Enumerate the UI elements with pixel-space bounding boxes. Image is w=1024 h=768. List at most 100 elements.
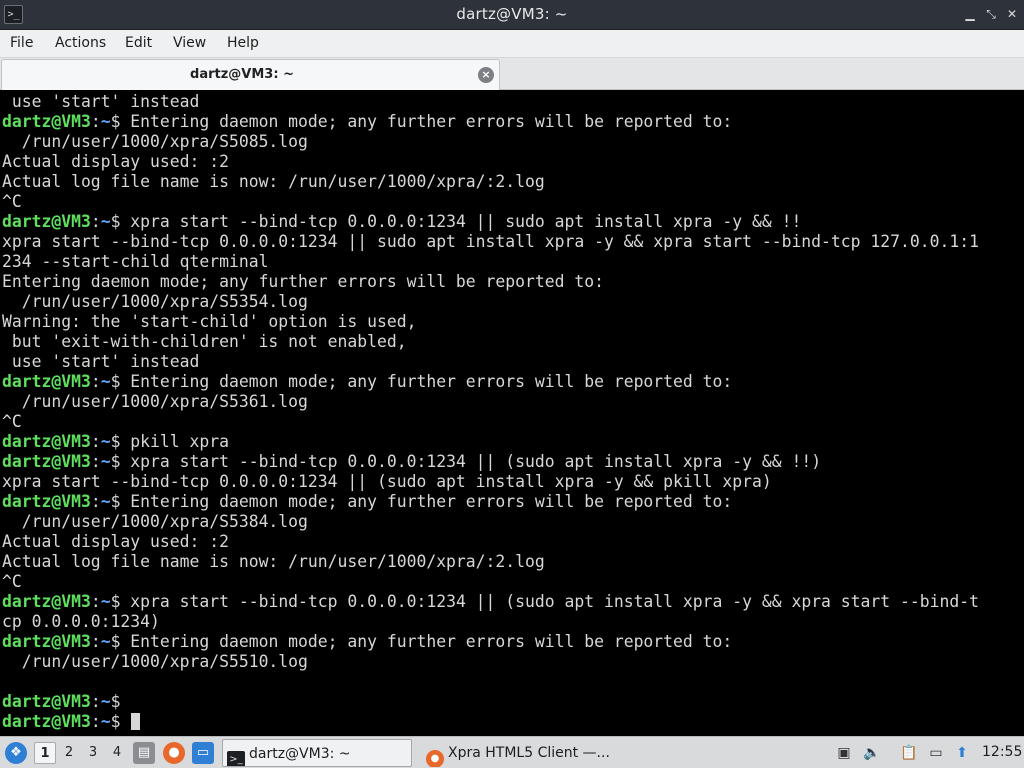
prompt-separator: : <box>90 592 101 611</box>
prompt-separator: : <box>90 432 101 451</box>
terminal-text: $ xpra start --bind-tcp 0.0.0.0:1234 || … <box>110 452 822 471</box>
terminal-text: ^C <box>2 192 22 211</box>
terminal-line: /run/user/1000/xpra/S5361.log <box>2 392 1024 412</box>
terminal-text: $ Entering daemon mode; any further erro… <box>110 372 733 391</box>
terminal-text: $ xpra start --bind-tcp 0.0.0.0:1234 || … <box>110 212 802 231</box>
clock[interactable]: 12:55 <box>982 744 1022 760</box>
terminal-line: dartz@VM3:~$ pkill xpra <box>2 432 1024 452</box>
terminal-text: Actual display used: :2 <box>2 532 229 551</box>
prompt-user: dartz@VM3 <box>2 112 91 131</box>
task-label: Xpra HTML5 Client —... <box>448 745 610 761</box>
prompt-separator: : <box>90 212 101 231</box>
taskbar: ❖ 1 2 3 4 ▤ ● ▭ >_ dartz@VM3: ~ ● Xpra HTM… <box>0 736 1024 768</box>
terminal-line: /run/user/1000/xpra/S5085.log <box>2 132 1024 152</box>
prompt-path: ~ <box>100 452 111 471</box>
prompt-path: ~ <box>100 432 111 451</box>
prompt-separator: : <box>90 492 101 511</box>
terminal-line: Warning: the 'start-child' option is use… <box>2 312 1024 332</box>
prompt-user: dartz@VM3 <box>2 632 91 651</box>
menu-bar: File Actions Edit View Help <box>0 30 1024 58</box>
terminal-text: /run/user/1000/xpra/S5361.log <box>2 392 308 411</box>
terminal-line: dartz@VM3:~$ <box>2 712 1024 732</box>
terminal-line: /run/user/1000/xpra/S5354.log <box>2 292 1024 312</box>
terminal-line: /run/user/1000/xpra/S5510.log <box>2 652 1024 672</box>
prompt-user: dartz@VM3 <box>2 372 91 391</box>
minimize-icon[interactable]: ▁ <box>962 6 978 22</box>
terminal-line: use 'start' instead <box>2 352 1024 372</box>
terminal-line: dartz@VM3:~$ Entering daemon mode; any f… <box>2 372 1024 392</box>
network-icon[interactable]: ▭ <box>926 743 946 763</box>
terminal-line: dartz@VM3:~$ <box>2 692 1024 712</box>
terminal-text: but 'exit-with-children' is not enabled, <box>2 332 407 351</box>
prompt-user: dartz@VM3 <box>2 212 91 231</box>
terminal-text: /run/user/1000/xpra/S5085.log <box>2 132 308 151</box>
terminal-text: $ Entering daemon mode; any further erro… <box>110 112 733 131</box>
terminal-line: ^C <box>2 412 1024 432</box>
task-xpra-client[interactable]: ● Xpra HTML5 Client —... <box>422 739 612 767</box>
terminal-text: cp 0.0.0.0:1234) <box>2 612 160 631</box>
terminal-output[interactable]: use 'start' instead dartz@VM3:~$ Entering… <box>0 91 1024 736</box>
terminal-text: Actual log file name is now: /run/user/1… <box>2 172 545 191</box>
terminal-line: use 'start' instead <box>2 92 1024 112</box>
terminal-line: Actual log file name is now: /run/user/1… <box>2 172 1024 192</box>
prompt-path: ~ <box>100 112 111 131</box>
terminal-line: dartz@VM3:~$ xpra start --bind-tcp 0.0.0… <box>2 212 1024 232</box>
close-icon[interactable]: ✕ <box>1004 6 1020 22</box>
tab-close-icon[interactable]: × <box>478 67 494 83</box>
start-menu-icon[interactable]: ❖ <box>5 742 27 764</box>
menu-file[interactable]: File <box>10 35 33 51</box>
prompt-separator: : <box>90 692 101 711</box>
terminal-line: Actual display used: :2 <box>2 152 1024 172</box>
workspace-2[interactable]: 2 <box>58 742 80 764</box>
text-cursor <box>131 713 141 730</box>
firefox-icon[interactable]: ● <box>163 742 185 764</box>
terminal-text: Warning: the 'start-child' option is use… <box>2 312 417 331</box>
prompt-user: dartz@VM3 <box>2 492 91 511</box>
tab-terminal[interactable]: dartz@VM3: ~ × <box>1 59 500 90</box>
terminal-text: $ pkill xpra <box>110 432 229 451</box>
terminal-line: ^C <box>2 192 1024 212</box>
prompt-path: ~ <box>100 712 111 731</box>
terminal-line: cp 0.0.0.0:1234) <box>2 612 1024 632</box>
workspace-1[interactable]: 1 <box>34 742 56 764</box>
terminal-line: but 'exit-with-children' is not enabled, <box>2 332 1024 352</box>
terminal-line: Actual display used: :2 <box>2 532 1024 552</box>
terminal-line: dartz@VM3:~$ xpra start --bind-tcp 0.0.0… <box>2 452 1024 472</box>
tab-label: dartz@VM3: ~ <box>190 67 294 82</box>
workspace-4[interactable]: 4 <box>106 742 128 764</box>
prompt-separator: : <box>90 452 101 471</box>
menu-view[interactable]: View <box>173 35 206 51</box>
desktop-icon[interactable]: ▭ <box>192 742 214 764</box>
prompt-user: dartz@VM3 <box>2 432 91 451</box>
file-manager-icon[interactable]: ▤ <box>133 742 155 764</box>
menu-actions[interactable]: Actions <box>55 35 106 51</box>
title-bar: >_ dartz@VM3: ~ ▁ ⤡ ✕ <box>0 0 1024 30</box>
workspace-3[interactable]: 3 <box>82 742 104 764</box>
terminal-text: $ <box>110 712 131 731</box>
terminal-text: /run/user/1000/xpra/S5510.log <box>2 652 308 671</box>
prompt-user: dartz@VM3 <box>2 592 91 611</box>
menu-edit[interactable]: Edit <box>125 35 152 51</box>
update-icon[interactable]: ⬆ <box>952 743 972 763</box>
terminal-text: Entering daemon mode; any further errors… <box>2 272 604 291</box>
window-title: dartz@VM3: ~ <box>456 5 568 23</box>
volume-icon[interactable]: 🔈 <box>862 743 882 763</box>
prompt-separator: : <box>90 712 101 731</box>
tab-bar: dartz@VM3: ~ × <box>0 58 1024 90</box>
terminal-text: Actual display used: :2 <box>2 152 229 171</box>
terminal-text: $ Entering daemon mode; any further erro… <box>110 632 733 651</box>
task-terminal[interactable]: >_ dartz@VM3: ~ <box>222 739 412 767</box>
prompt-path: ~ <box>100 692 111 711</box>
restore-icon[interactable]: ⤡ <box>983 6 999 22</box>
prompt-path: ~ <box>100 592 111 611</box>
monitor-icon[interactable]: ▣ <box>834 743 854 763</box>
terminal-line: dartz@VM3:~$ Entering daemon mode; any f… <box>2 632 1024 652</box>
prompt-path: ~ <box>100 492 111 511</box>
terminal-line: dartz@VM3:~$ Entering daemon mode; any f… <box>2 112 1024 132</box>
prompt-path: ~ <box>100 372 111 391</box>
menu-help[interactable]: Help <box>227 35 259 51</box>
terminal-text: 234 --start-child qterminal <box>2 252 269 271</box>
terminal-text: Actual log file name is now: /run/user/1… <box>2 552 545 571</box>
prompt-user: dartz@VM3 <box>2 712 91 731</box>
clipboard-icon[interactable]: 📋 <box>899 743 919 763</box>
